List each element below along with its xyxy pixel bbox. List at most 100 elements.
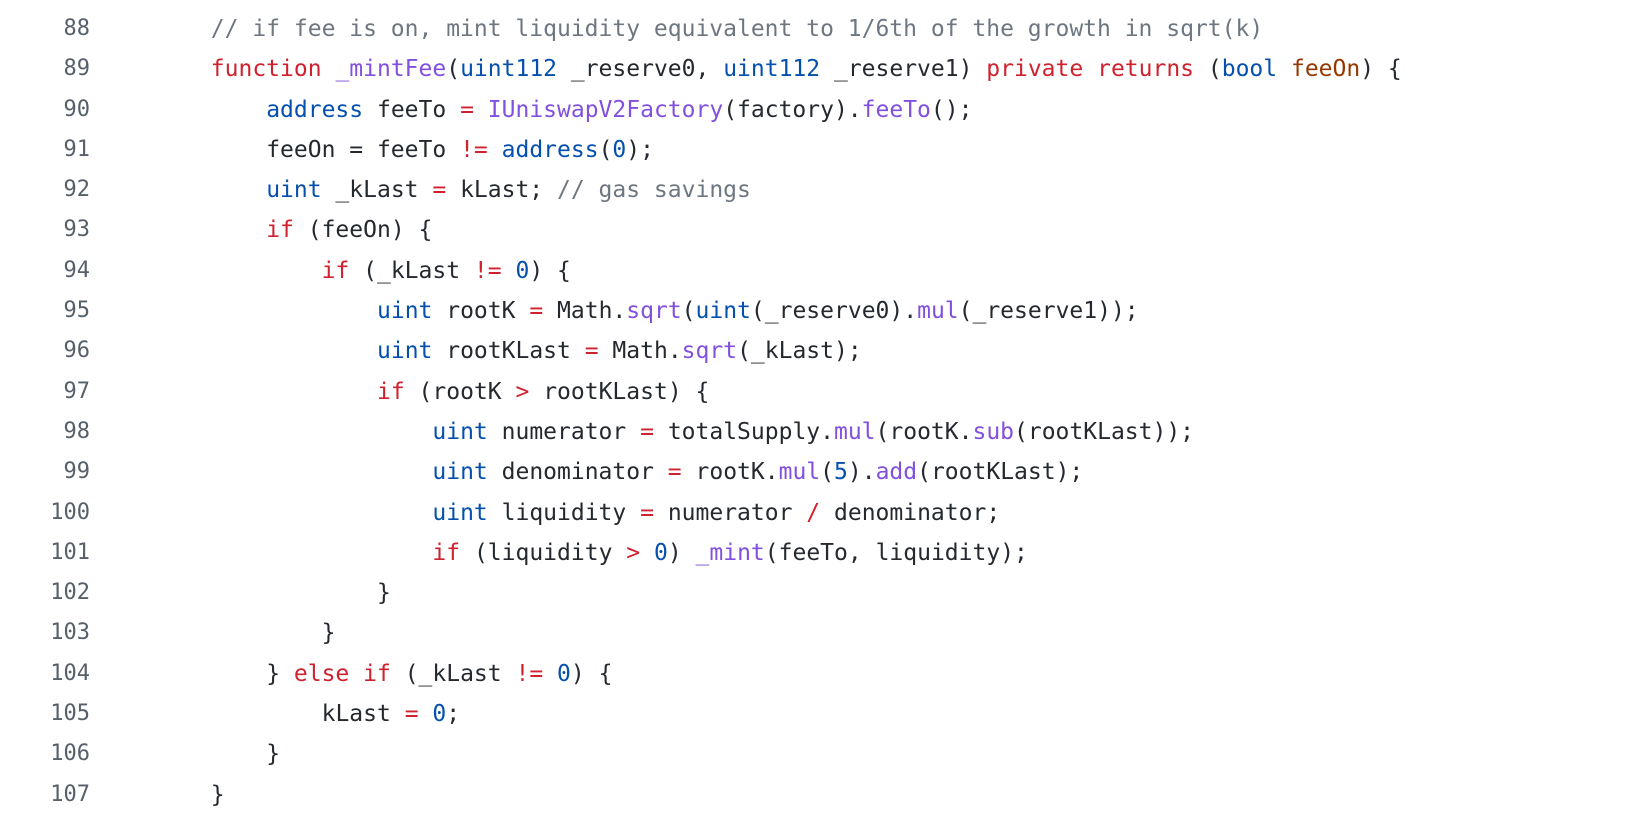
code-token: = (404, 701, 419, 728)
code-token: uint (695, 298, 751, 325)
code-line: 107} (0, 775, 1636, 815)
code-token: else (293, 660, 350, 687)
code-token: (rootKLast)); (1014, 418, 1195, 445)
line-code: if (rootK > rootKLast) { (377, 372, 709, 412)
code-line: 99 uint denominator = rootK.mul(5).add(ro… (0, 452, 1636, 492)
code-token: = (640, 418, 654, 445)
code-token: feeTo (363, 96, 461, 123)
code-line: 102} (0, 573, 1636, 613)
code-token: Math. (543, 298, 627, 325)
code-token: uint112 (723, 56, 821, 83)
line-number[interactable]: 104 (0, 654, 90, 694)
code-token: ). (847, 459, 876, 486)
code-token: uint (432, 459, 488, 486)
code-token: ) (667, 539, 696, 566)
code-token: 0 (557, 660, 571, 687)
code-token: 0 (612, 136, 627, 163)
code-line: 93 if (feeOn) { (0, 210, 1636, 250)
code-token: 0 (653, 539, 668, 566)
code-token: ( (820, 459, 834, 486)
code-token: numerator (653, 499, 807, 526)
code-token: bool (1221, 56, 1278, 83)
line-number[interactable]: 106 (0, 734, 90, 774)
line-number[interactable]: 99 (0, 452, 91, 492)
code-line: 92 uint _kLast = kLast; // gas savings (0, 170, 1636, 210)
code-token: ( (598, 136, 613, 163)
line-code: } else if (_kLast != 0) { (266, 654, 612, 694)
code-token: (_kLast (390, 660, 516, 687)
code-token: sqrt (681, 338, 738, 365)
code-token: ) { (529, 257, 571, 284)
code-line: 89 function _mintFee(uint112 _reserve0, u… (0, 49, 1636, 89)
code-token: if (266, 217, 294, 244)
line-number[interactable]: 105 (0, 694, 90, 734)
code-token: // gas savings (557, 177, 751, 204)
code-token: uint (377, 298, 433, 325)
line-code: } (266, 734, 280, 774)
line-number[interactable]: 89 (0, 49, 91, 89)
code-token: IUniswapV2Factory (487, 96, 724, 123)
line-number[interactable]: 90 (0, 90, 91, 130)
code-token: (rootK. (875, 418, 973, 445)
code-token: sub (972, 418, 1015, 445)
code-token: kLast (321, 701, 405, 728)
code-line: 105 kLast = 0; (0, 694, 1636, 734)
line-number[interactable]: 96 (0, 331, 91, 371)
line-code: } (322, 613, 336, 653)
code-token: ( (1194, 56, 1222, 83)
code-line: 101 if (liquidity > 0) _mint(feeTo, liqui… (0, 533, 1636, 573)
line-number[interactable]: 94 (0, 251, 91, 291)
line-code: // if fee is on, mint liquidity equivale… (211, 9, 1263, 49)
line-code: if (liquidity > 0) _mint(feeTo, liquidit… (432, 533, 1028, 573)
line-number[interactable]: 91 (0, 130, 91, 170)
code-token: } (266, 660, 294, 687)
code-token: = (640, 499, 654, 526)
line-code: uint _kLast = kLast; // gas savings (266, 170, 751, 210)
code-token: _kLast (321, 177, 433, 204)
code-token: _reserve0, (557, 56, 724, 83)
code-line: 91 feeOn = feeTo != address(0); (0, 130, 1636, 170)
code-token: = (667, 459, 682, 486)
code-token: uint (432, 418, 488, 445)
line-code: uint numerator = totalSupply.mul(rootK.s… (432, 412, 1194, 452)
line-number[interactable]: 103 (0, 613, 90, 653)
line-number[interactable]: 93 (0, 210, 91, 250)
line-number[interactable]: 95 (0, 291, 91, 331)
line-number[interactable]: 98 (0, 412, 91, 452)
code-token: _mint (695, 539, 765, 566)
code-line: 94 if (_kLast != 0) { (0, 251, 1636, 291)
line-number[interactable]: 97 (0, 372, 91, 412)
line-number[interactable]: 101 (0, 533, 90, 573)
code-line: 104 } else if (_kLast != 0) { (0, 654, 1636, 694)
code-token: } (321, 620, 336, 647)
code-token: != (460, 136, 488, 163)
code-token: rootKLast) { (529, 378, 710, 405)
code-token: totalSupply. (653, 418, 834, 445)
line-number[interactable]: 88 (0, 9, 91, 49)
line-number[interactable]: 100 (0, 493, 90, 533)
code-token: ) { (1360, 56, 1402, 83)
code-token: if (363, 660, 391, 687)
line-code: } (211, 775, 225, 815)
code-token: rootK. (681, 459, 779, 486)
code-token: rootKLast (432, 338, 585, 365)
code-token: add (875, 459, 918, 486)
code-line: 103} (0, 613, 1636, 653)
code-token: feeOn (1290, 56, 1361, 83)
code-token: address (266, 96, 364, 123)
code-token: (rootK (404, 378, 516, 405)
code-token: address (501, 136, 599, 163)
code-token: private (986, 56, 1084, 83)
line-code: uint liquidity = numerator / denominator… (432, 493, 1000, 533)
line-code: } (377, 573, 391, 613)
line-number[interactable]: 92 (0, 170, 91, 210)
code-token: uint (266, 177, 322, 204)
code-token: (feeTo, liquidity); (764, 539, 1028, 566)
line-number[interactable]: 102 (0, 573, 90, 613)
line-number[interactable]: 107 (0, 775, 90, 815)
